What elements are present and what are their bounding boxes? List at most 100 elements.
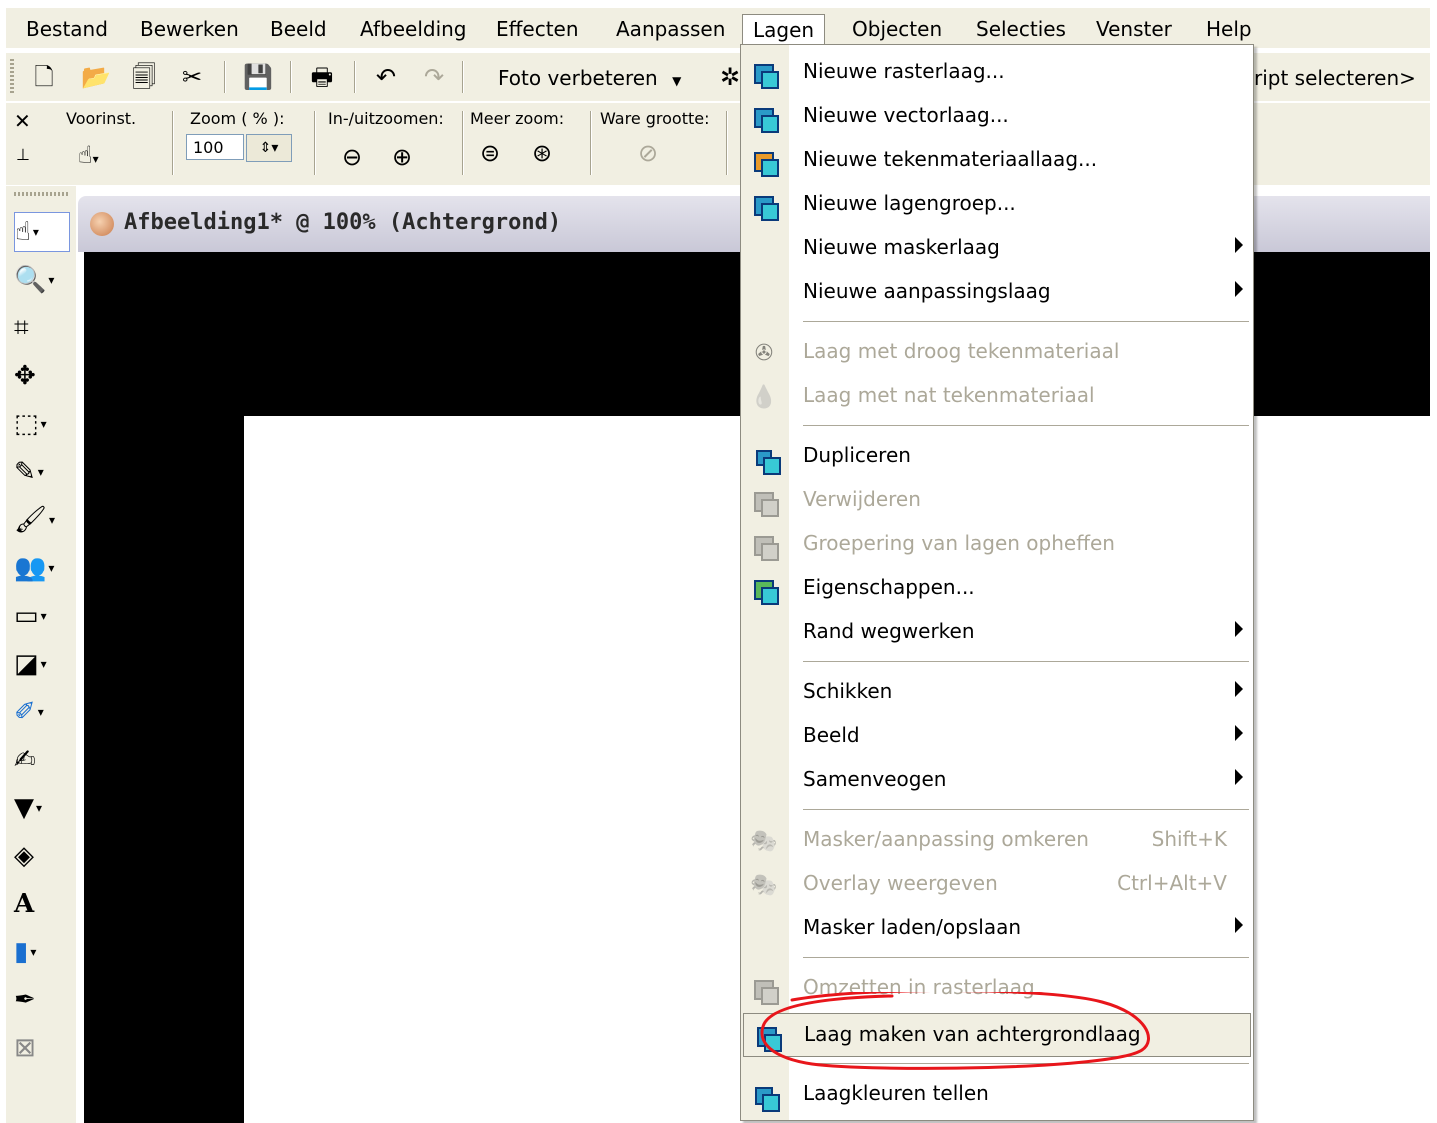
airbrush-icon: ▼ [14,793,34,823]
menu-item-nieuwe-maskerlaag[interactable]: Nieuwe maskerlaag [741,227,1253,271]
menu-effecten[interactable]: Effecten [486,14,589,44]
move-tool[interactable]: ✥ [14,356,70,396]
menu-item-label: Nieuwe vectorlaag... [803,103,1009,127]
menu-bestand[interactable]: Bestand [16,14,118,44]
submenu-arrow-icon [1235,621,1243,637]
layer-group-icon [749,191,779,221]
overlay-icon: 🎭 [750,873,778,898]
selection-tool[interactable]: ⬚ ▾ [14,404,70,444]
options-separator [172,111,174,175]
document-title: Afbeelding1* @ 100% (Achtergrond) [124,210,562,235]
menu-item-nieuwe-lagengroep[interactable]: Nieuwe lagengroep... [741,183,1253,227]
ungroup-icon [749,531,779,561]
fill-tool[interactable]: ◪ ▾ [14,644,70,684]
picture-tube-tool[interactable]: ▭ ▾ [14,596,70,636]
new-icon[interactable]: 🗋 [28,61,60,93]
flood-fill-tool[interactable]: ◈ [14,836,70,876]
scan-icon[interactable]: ✂ [176,61,208,93]
menu-item-nieuwe-aanpassingslaag[interactable]: Nieuwe aanpassingslaag [741,271,1253,315]
options-separator [314,111,316,175]
submenu-arrow-icon [1235,281,1243,297]
menu-aanpassen[interactable]: Aanpassen [606,14,735,44]
palette-grip[interactable] [14,192,70,196]
zoom-input[interactable]: 100 [186,134,244,160]
menu-item-laag-droog[interactable]: ✇ Laag met droog tekenmateriaal [741,331,1253,375]
menu-item-schikken[interactable]: Schikken [741,671,1253,715]
menu-item-label: Nieuwe rasterlaag... [803,59,1005,83]
zoom-tool[interactable]: 🔍 ▾ [14,260,70,300]
menu-item-label: Laag met droog tekenmateriaal [803,339,1120,363]
menu-item-nieuwe-tekenmateriaallaag[interactable]: Nieuwe tekenmateriaallaag... [741,139,1253,183]
close-icon[interactable]: ✕ [14,111,31,131]
redo-icon[interactable]: ↷ [418,61,450,93]
menu-item-nieuwe-vectorlaag[interactable]: Nieuwe vectorlaag... [741,95,1253,139]
menu-item-verwijderen[interactable]: Verwijderen [741,479,1253,523]
save-icon[interactable]: 💾 [242,61,274,93]
menu-item-rand-wegwerken[interactable]: Rand wegwerken [741,611,1253,655]
menu-item-masker-omkeren[interactable]: 🎭 Masker/aanpassing omkeren Shift+K [741,819,1253,863]
airbrush-tool[interactable]: ▼ ▾ [14,788,70,828]
text-tool[interactable]: A [14,884,70,924]
clone-tool[interactable]: 👥 ▾ [14,548,70,588]
actual-size-icon[interactable]: ⊘ [638,141,658,165]
dry-media-icon: ✇ [754,341,774,366]
open-icon[interactable]: 📂 [80,61,112,93]
retouch-tool[interactable]: ✍ [14,740,70,780]
menu-item-laagkleuren-tellen[interactable]: Laagkleuren tellen [741,1073,1253,1117]
pin-icon[interactable]: ⊥ [16,147,30,163]
menu-item-label: Masker/aanpassing omkeren [803,827,1089,851]
menu-bewerken[interactable]: Bewerken [130,14,249,44]
browse-icon[interactable]: 🗐 [128,61,160,93]
menu-afbeelding[interactable]: Afbeelding [350,14,477,44]
menu-item-label: Masker laden/opslaan [803,915,1022,939]
menu-beeld[interactable]: Beeld [260,14,337,44]
menu-item-samenvoegen[interactable]: Samenveogen [741,759,1253,803]
zoom-out-icon[interactable]: ⊖ [342,145,362,169]
zoom-in-icon[interactable]: ⊕ [392,145,412,169]
menu-help[interactable]: Help [1196,14,1262,44]
invert-mask-icon: 🎭 [750,829,778,854]
warp-tool[interactable]: ⊠ [14,1028,70,1068]
crop-tool[interactable]: ⌗ [14,308,70,348]
menu-separator [803,425,1249,426]
dropper-icon: ✎ [14,457,36,487]
paintbrush-tool[interactable]: 🖌 ▾ [14,500,70,540]
clone-icon: 👥 [14,553,47,583]
menu-item-nieuwe-rasterlaag[interactable]: Nieuwe rasterlaag... [741,51,1253,95]
pen-tool[interactable]: ✒ [14,980,70,1020]
toolbar-grip[interactable] [10,59,14,95]
foto-verbeteren-button[interactable]: Foto verbeteren ▼ [498,63,681,93]
menu-item-label: Groepering van lagen opheffen [803,531,1115,555]
zoom-in-more-icon[interactable]: ⊛ [532,141,552,165]
menu-selecties[interactable]: Selecties [966,14,1076,44]
menu-item-label: Nieuwe aanpassingslaag [803,279,1051,303]
menu-item-groepering-opheffen[interactable]: Groepering van lagen opheffen [741,523,1253,567]
zoom-spinner[interactable]: ⇕▾ [246,134,292,162]
eraser-tool[interactable]: ✐ ▾ [14,692,70,732]
foto-verbeteren-label: Foto verbeteren [498,66,658,90]
annotation-circle [760,992,1150,1070]
menu-objecten[interactable]: Objecten [842,14,952,44]
print-icon[interactable]: 🖶 [306,61,338,93]
menu-item-laag-nat[interactable]: 💧 Laag met nat tekenmateriaal [741,375,1253,419]
shape-tool[interactable]: ▮ ▾ [14,932,70,972]
pan-tool[interactable]: ☝ ▾ [14,212,70,252]
eraser-icon: ✐ [14,697,36,727]
menu-item-masker-laden[interactable]: Masker laden/opslaan [741,907,1253,951]
menu-item-label: Nieuwe tekenmateriaallaag... [803,147,1098,171]
menu-item-dupliceren[interactable]: Dupliceren [741,435,1253,479]
zoom-out-more-icon[interactable]: ⊜ [480,141,500,165]
menu-item-beeld[interactable]: Beeld [741,715,1253,759]
menu-item-eigenschappen[interactable]: Eigenschappen... [741,567,1253,611]
undo-icon[interactable]: ↶ [370,61,402,93]
menu-bar: Bestand Bewerken Beeld Afbeelding Effect… [6,8,1430,51]
menu-item-overlay-weergeven[interactable]: 🎭 Overlay weergeven Ctrl+Alt+V [741,863,1253,907]
chevron-down-icon: ▼ [672,74,682,88]
options-separator [726,111,728,175]
dropper-tool[interactable]: ✎ ▾ [14,452,70,492]
menu-venster[interactable]: Venster [1086,14,1182,44]
presets-hand-icon[interactable]: ☝▾ [78,143,99,167]
toolbar-separator [354,61,356,93]
document-icon [90,212,114,236]
script-select[interactable]: ript selecteren> [1254,63,1416,93]
